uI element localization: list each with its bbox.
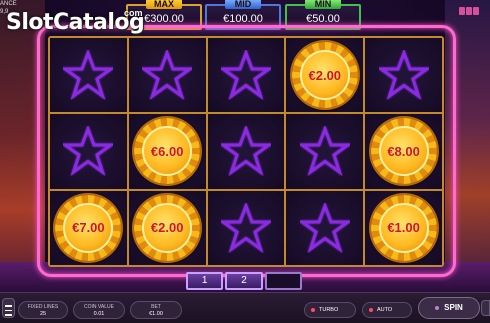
jackpot-max-label: MAX bbox=[146, 0, 182, 9]
star-icon bbox=[63, 126, 114, 177]
bonus-coin-icon: €7.00 bbox=[55, 194, 122, 261]
spin-button[interactable]: SPIN bbox=[418, 297, 480, 319]
reel-cell: €6.00 bbox=[128, 114, 206, 189]
coin-value-text: €7.00 bbox=[72, 220, 105, 236]
reel-cell bbox=[128, 38, 206, 113]
coin-value-text: €2.00 bbox=[308, 67, 342, 83]
top-right-icons bbox=[458, 2, 486, 15]
turbo-indicator-icon bbox=[311, 307, 315, 312]
decor-icon bbox=[473, 7, 479, 15]
coin-value-selector[interactable]: COIN VALUE 0.01 bbox=[73, 301, 125, 319]
reel-cell: €8.00 bbox=[365, 114, 442, 189]
coin-value-text: €1.00 bbox=[387, 220, 420, 236]
reel-cell: €7.00 bbox=[50, 190, 127, 265]
jackpot-mid-label: MID bbox=[225, 0, 261, 9]
coin-face: €7.00 bbox=[63, 202, 114, 253]
coin-value-label: COIN VALUE bbox=[84, 304, 114, 310]
reel-cell bbox=[365, 38, 442, 113]
control-bar: FIXED LINES 25 COIN VALUE 0.01 BET €1.00… bbox=[0, 292, 490, 323]
coin-face: €2.00 bbox=[299, 50, 350, 101]
star-icon bbox=[220, 126, 271, 177]
star-icon bbox=[220, 202, 271, 253]
coin-value-text: €2.00 bbox=[150, 220, 184, 236]
coin-value-text: €8.00 bbox=[387, 143, 420, 159]
bonus-coin-icon: €8.00 bbox=[370, 118, 437, 185]
coin-face: €2.00 bbox=[142, 202, 193, 253]
spin-label: SPIN bbox=[444, 303, 463, 312]
bonus-coin-icon: €2.00 bbox=[134, 194, 201, 261]
fixed-lines-value: 25 bbox=[39, 311, 47, 317]
bet-selector[interactable]: BET €1.00 bbox=[130, 301, 182, 319]
coin-face: €8.00 bbox=[378, 126, 429, 177]
reel-cell bbox=[286, 114, 364, 189]
fixed-lines-display: FIXED LINES 25 bbox=[18, 301, 68, 319]
menu-icon-line bbox=[5, 309, 12, 311]
menu-icon-line bbox=[5, 314, 12, 316]
reel-pager: 1 2 bbox=[186, 272, 302, 290]
reel-cell bbox=[50, 38, 127, 113]
reel-cell: €2.00 bbox=[286, 38, 364, 113]
decor-icon bbox=[459, 7, 465, 15]
star-icon bbox=[142, 50, 193, 101]
reel-cell: €2.00 bbox=[128, 190, 206, 265]
auto-indicator-icon bbox=[369, 307, 373, 312]
balance-corner-line-1: ANCE bbox=[0, 1, 17, 7]
auto-play-button[interactable]: AUTO bbox=[362, 302, 412, 318]
pager-tab-1[interactable]: 1 bbox=[186, 272, 224, 290]
star-icon bbox=[63, 50, 114, 101]
bet-value: €1.00 bbox=[149, 311, 163, 317]
reel-cell: €1.00 bbox=[365, 190, 442, 265]
fixed-lines-label: FIXED LINES bbox=[27, 304, 59, 310]
coin-value-text: €6.00 bbox=[150, 143, 184, 159]
star-icon bbox=[299, 126, 350, 177]
reel-cell bbox=[207, 114, 285, 189]
decor-icon bbox=[466, 7, 472, 15]
star-icon bbox=[378, 50, 429, 101]
coin-value-value: 0.01 bbox=[93, 311, 105, 317]
bonus-coin-icon: €2.00 bbox=[291, 42, 358, 109]
turbo-label: TURBO bbox=[319, 307, 339, 313]
bonus-coin-icon: €6.00 bbox=[134, 118, 201, 185]
menu-icon-line bbox=[5, 305, 12, 307]
menu-button[interactable] bbox=[2, 298, 15, 318]
coin-face: €1.00 bbox=[378, 202, 429, 253]
logo-slot-text: Slot bbox=[6, 10, 54, 35]
jackpot-min-label: MIN bbox=[305, 0, 341, 9]
pager-tab-3[interactable] bbox=[264, 272, 302, 290]
star-icon bbox=[299, 202, 350, 253]
logo-com-text: com bbox=[124, 8, 143, 18]
reel-grid: €2.00 €6.00 €8.00 €7.00 €2.00 €1.00 bbox=[48, 36, 444, 267]
spin-indicator-icon bbox=[435, 305, 440, 310]
reel-cell bbox=[286, 190, 364, 265]
jackpot-mid-value: €100.00 bbox=[223, 13, 263, 25]
star-icon bbox=[220, 50, 271, 101]
side-panel-tab[interactable] bbox=[481, 300, 490, 316]
coin-face: €6.00 bbox=[142, 126, 193, 177]
turbo-toggle[interactable]: TURBO bbox=[304, 302, 356, 318]
reel-cell bbox=[207, 190, 285, 265]
auto-label: AUTO bbox=[377, 307, 393, 313]
reel-cell bbox=[50, 114, 127, 189]
bonus-coin-icon: €1.00 bbox=[370, 194, 437, 261]
pager-tab-2[interactable]: 2 bbox=[225, 272, 263, 290]
reel-cell bbox=[207, 38, 285, 113]
bet-label: BET bbox=[151, 304, 161, 310]
jackpot-min-value: €50.00 bbox=[306, 13, 340, 25]
